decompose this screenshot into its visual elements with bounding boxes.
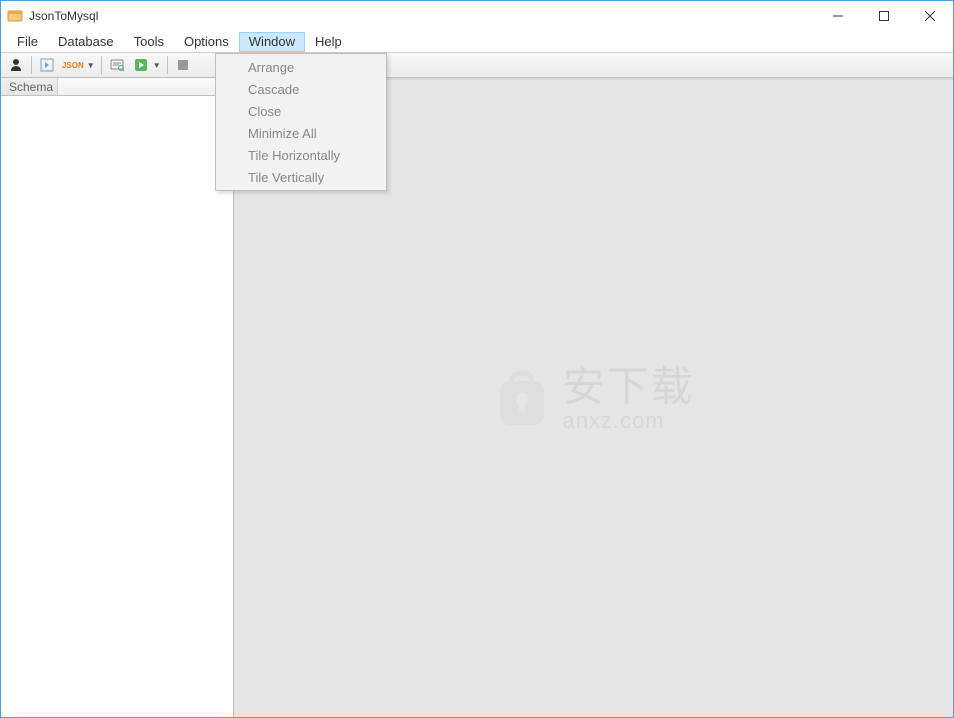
menu-file[interactable]: File bbox=[7, 32, 48, 52]
schema-header: Schema bbox=[1, 78, 233, 96]
maximize-button[interactable] bbox=[861, 1, 907, 31]
menu-item-arrange[interactable]: Arrange bbox=[218, 56, 384, 78]
schema-label: Schema bbox=[1, 80, 57, 94]
toolbar-separator bbox=[167, 56, 168, 74]
toolbar-user-icon[interactable] bbox=[5, 54, 27, 76]
menu-item-cascade[interactable]: Cascade bbox=[218, 78, 384, 100]
chevron-down-icon[interactable]: ▼ bbox=[153, 61, 161, 70]
app-icon bbox=[7, 8, 23, 24]
menu-item-minimize-all[interactable]: Minimize All bbox=[218, 122, 384, 144]
chevron-down-icon[interactable]: ▼ bbox=[87, 61, 95, 70]
menu-options[interactable]: Options bbox=[174, 32, 239, 52]
toolbar-run-icon[interactable] bbox=[130, 54, 152, 76]
sidebar-body bbox=[1, 96, 233, 717]
content-area: Schema 安下载 anxz.com bbox=[1, 78, 953, 717]
menu-help[interactable]: Help bbox=[305, 32, 352, 52]
minimize-button[interactable] bbox=[815, 1, 861, 31]
toolbar-separator bbox=[101, 56, 102, 74]
menu-database[interactable]: Database bbox=[48, 32, 124, 52]
toolbar-import-icon[interactable] bbox=[36, 54, 58, 76]
titlebar: JsonToMysql bbox=[1, 1, 953, 31]
toolbar-stop-icon[interactable] bbox=[172, 54, 194, 76]
menu-item-tile-vertically[interactable]: Tile Vertically bbox=[218, 166, 384, 188]
window-dropdown-menu: Arrange Cascade Close Minimize All Tile … bbox=[215, 53, 387, 191]
menubar: File Database Tools Options Window Help bbox=[1, 31, 953, 53]
toolbar-json-label[interactable]: JSON bbox=[60, 54, 86, 76]
toolbar-query-icon[interactable] bbox=[106, 54, 128, 76]
menu-tools[interactable]: Tools bbox=[124, 32, 174, 52]
menu-window[interactable]: Window bbox=[239, 32, 305, 52]
sidebar: Schema bbox=[1, 78, 234, 717]
close-button[interactable] bbox=[907, 1, 953, 31]
toolbar-separator bbox=[31, 56, 32, 74]
watermark-en: anxz.com bbox=[562, 410, 694, 432]
watermark: 安下载 anxz.com bbox=[492, 366, 694, 432]
window-controls bbox=[815, 1, 953, 31]
menu-item-close[interactable]: Close bbox=[218, 100, 384, 122]
window-title: JsonToMysql bbox=[29, 9, 98, 23]
toolbar: JSON ▼ ▼ bbox=[1, 53, 953, 78]
schema-selector[interactable] bbox=[57, 78, 233, 95]
watermark-cn: 安下载 bbox=[562, 366, 694, 408]
menu-item-tile-horizontally[interactable]: Tile Horizontally bbox=[218, 144, 384, 166]
